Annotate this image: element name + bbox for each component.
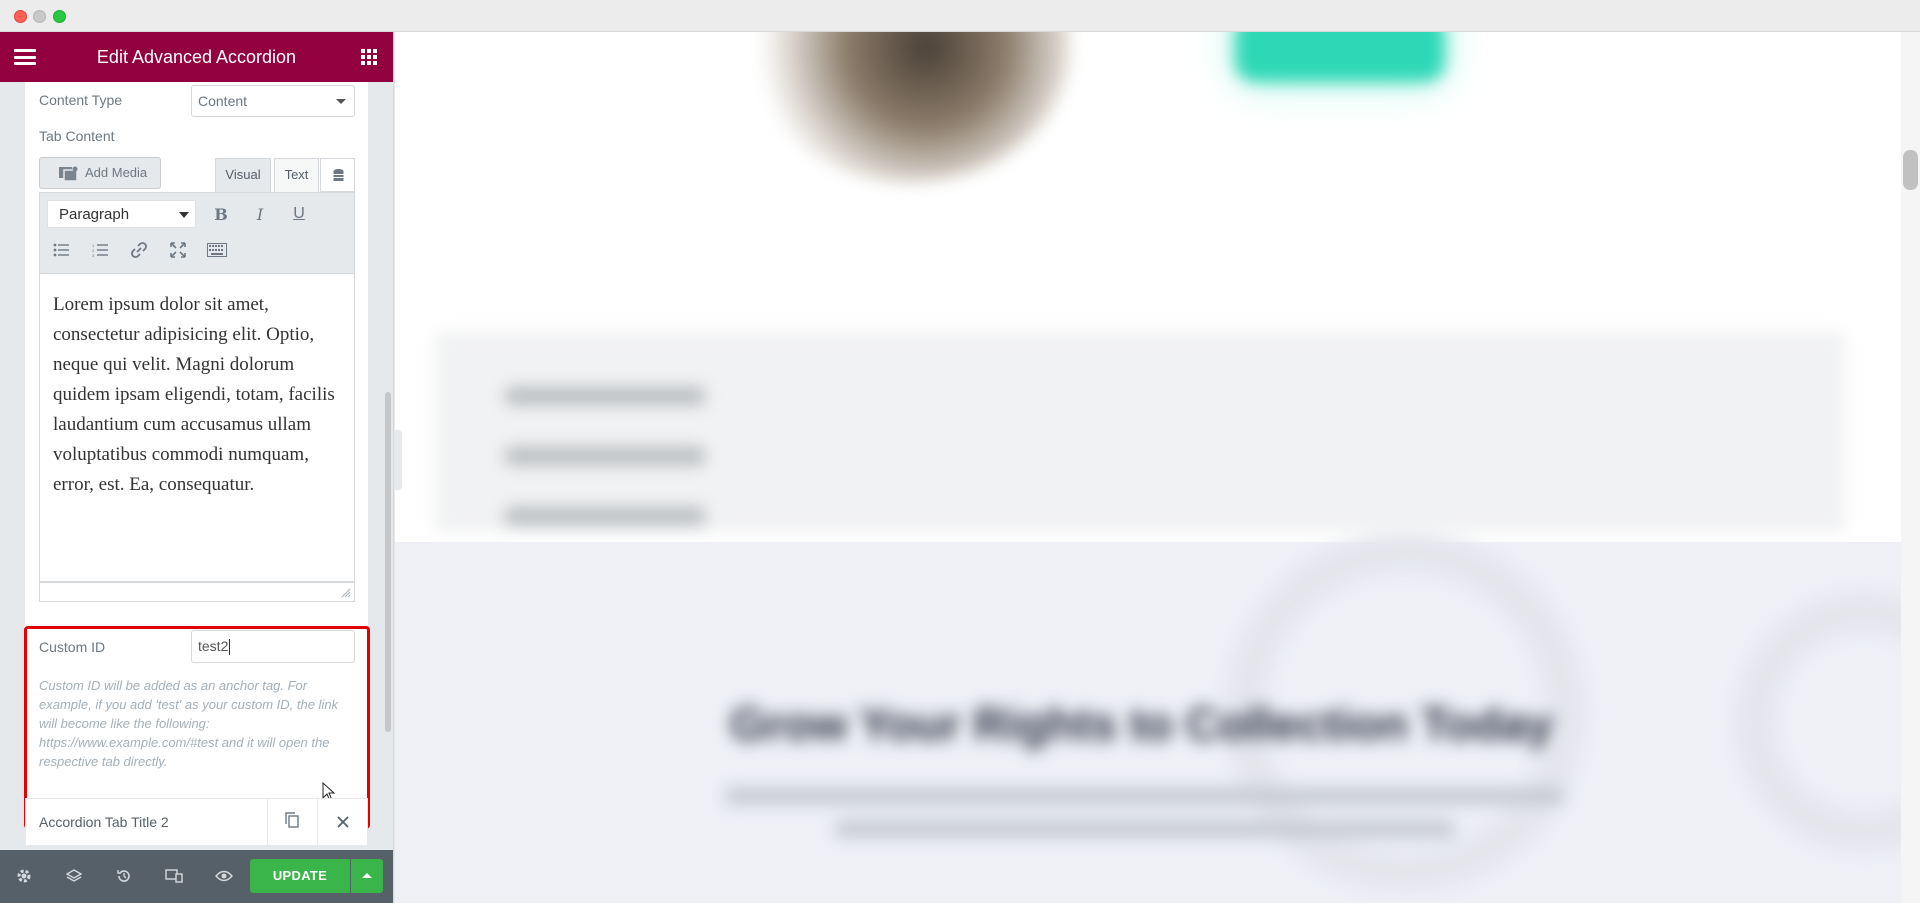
- media-icon: [59, 166, 78, 182]
- preview-cta-section: Grow Your Rights to Collection Today: [395, 532, 1901, 903]
- preview-button[interactable]: [212, 864, 236, 888]
- window-titlebar: [0, 0, 1920, 32]
- preview-image: [750, 32, 1070, 182]
- window-maximize-button[interactable]: [53, 10, 66, 23]
- content-type-select[interactable]: Content: [191, 85, 355, 117]
- dynamic-tags-button[interactable]: [320, 158, 355, 192]
- responsive-mode-button[interactable]: [162, 864, 186, 888]
- editor-panel: Edit Advanced Accordion Content Type Con…: [0, 32, 394, 903]
- repeater-item-title: Accordion Tab Title 2: [39, 814, 169, 830]
- tab-text[interactable]: Text: [274, 158, 319, 192]
- link-icon: [131, 242, 147, 258]
- preview-button: [1235, 32, 1445, 82]
- chevron-down-icon: [336, 99, 346, 104]
- preview-scrollbar-thumb[interactable]: [1903, 150, 1918, 190]
- panel-footer: UPDATE: [0, 850, 393, 903]
- update-options-button[interactable]: [351, 859, 383, 893]
- link-button[interactable]: [125, 236, 153, 264]
- panel-body: Content Type Content Tab Content Add Med…: [0, 82, 393, 850]
- repeater-item-tab-2[interactable]: Accordion Tab Title 2: [25, 798, 368, 846]
- update-button[interactable]: UPDATE: [250, 859, 350, 893]
- add-media-label: Add Media: [85, 165, 148, 180]
- database-icon: [333, 169, 344, 181]
- page-preview[interactable]: Grow Your Rights to Collection Today: [395, 32, 1901, 903]
- numbered-list-button[interactable]: 123: [86, 236, 114, 264]
- add-media-button[interactable]: Add Media: [39, 157, 161, 189]
- svg-text:3: 3: [92, 253, 95, 257]
- bold-button[interactable]: B: [207, 200, 235, 228]
- duplicate-icon: [285, 812, 299, 828]
- panel-header: Edit Advanced Accordion: [0, 32, 393, 82]
- preview-accordion: [435, 332, 1845, 532]
- italic-button[interactable]: I: [246, 200, 274, 228]
- devices-icon: [165, 869, 183, 883]
- eye-icon: [215, 870, 233, 882]
- navigator-button[interactable]: [62, 864, 86, 888]
- panel-collapse-handle[interactable]: [394, 430, 402, 490]
- editor-toolbar: Paragraph B I U 123: [39, 192, 355, 274]
- panel-title: Edit Advanced Accordion: [96, 47, 297, 67]
- widgets-grid-icon[interactable]: [361, 49, 377, 65]
- format-select[interactable]: Paragraph: [47, 200, 196, 228]
- numbered-list-icon: 123: [92, 243, 108, 257]
- window-minimize-button[interactable]: [33, 10, 46, 23]
- chevron-down-icon: [179, 212, 189, 218]
- editor-resize-bar: [39, 582, 355, 602]
- history-icon: [117, 870, 130, 882]
- window-close-button[interactable]: [14, 10, 27, 23]
- layers-icon: [66, 869, 82, 882]
- format-value: Paragraph: [59, 206, 130, 223]
- content-type-value: Content: [198, 93, 248, 109]
- content-editor[interactable]: Lorem ipsum dolor sit amet, consectetur …: [39, 274, 355, 582]
- keyboard-icon: [207, 243, 227, 257]
- fullscreen-icon: [170, 242, 186, 258]
- close-icon: [337, 816, 349, 828]
- underline-button[interactable]: U: [285, 200, 313, 228]
- remove-button[interactable]: [317, 799, 367, 845]
- panel-scrollbar-thumb[interactable]: [385, 392, 391, 732]
- tab-content-label: Tab Content: [39, 128, 115, 144]
- history-button[interactable]: [112, 864, 136, 888]
- bullet-list-button[interactable]: [47, 236, 75, 264]
- resize-grip-icon[interactable]: [341, 588, 351, 598]
- content-type-label: Content Type: [39, 92, 123, 108]
- bullet-list-icon: [53, 243, 69, 257]
- gear-icon: [17, 869, 31, 883]
- fullscreen-button[interactable]: [164, 236, 192, 264]
- settings-button[interactable]: [12, 864, 36, 888]
- tab-visual[interactable]: Visual: [215, 158, 271, 192]
- duplicate-button[interactable]: [267, 799, 317, 845]
- toolbar-toggle-button[interactable]: [203, 236, 231, 264]
- preview-headline: Grow Your Rights to Collection Today: [730, 698, 1553, 750]
